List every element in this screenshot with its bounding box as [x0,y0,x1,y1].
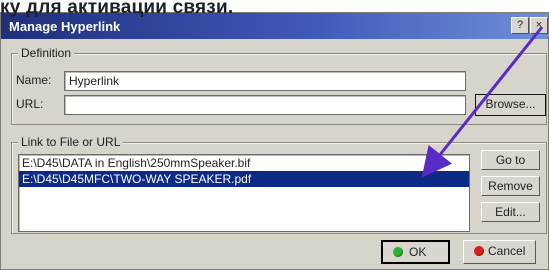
edit-button[interactable]: Edit... [481,202,540,222]
page: ку для активации связи. Manage Hyperlink… [0,0,549,270]
browse-button[interactable]: Browse... [475,94,546,116]
link-list[interactable]: E:\D45\DATA in English\250mmSpeaker.bif … [18,154,470,232]
remove-button[interactable]: Remove [481,176,540,196]
dialog-title: Manage Hyperlink [9,19,121,34]
manage-hyperlink-dialog: Manage Hyperlink ? × Definition Name: Hy… [0,12,549,270]
cancel-icon [474,246,484,256]
link-label: Link to File or URL [18,135,124,149]
name-field[interactable]: Hyperlink [64,71,466,91]
help-icon: ? [516,19,524,31]
close-icon: × [535,19,543,31]
list-item[interactable]: E:\D45\DATA in English\250mmSpeaker.bif [19,155,469,171]
url-field[interactable] [64,95,466,115]
definition-label: Definition [18,46,75,60]
help-button[interactable]: ? [511,17,529,34]
ok-button[interactable]: OK [381,240,450,264]
go-to-button[interactable]: Go to [481,150,540,170]
ok-button-label: OK [409,245,427,259]
page-caption: ку для активации связи. [0,0,234,18]
link-group: Link to File or URL E:\D45\DATA in Engli… [11,135,547,234]
close-button[interactable]: × [530,17,548,34]
list-item-selected[interactable]: E:\D45\D45MFC\TWO-WAY SPEAKER.pdf [19,171,469,187]
definition-group: Definition Name: Hyperlink URL: Browse..… [11,46,547,125]
ok-icon [393,247,403,257]
url-label: URL: [16,97,44,111]
cancel-button-label: Cancel [488,244,526,258]
name-label: Name: [16,73,52,87]
cancel-button[interactable]: Cancel [463,240,536,264]
